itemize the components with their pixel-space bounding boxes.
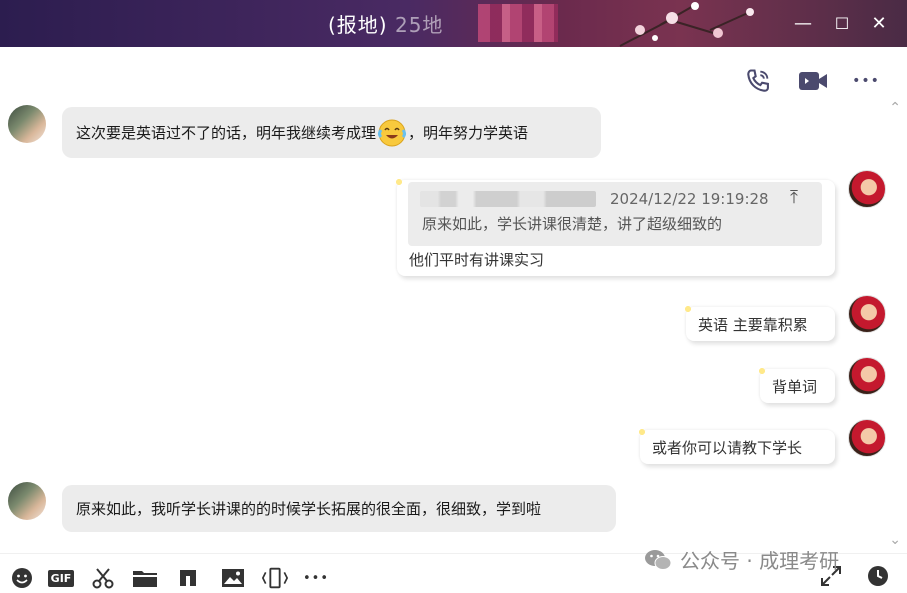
quoted-message[interactable]: 2024/12/22 19:19:28 ⤒ 原来如此，学长讲课很清楚，讲了超级细… xyxy=(408,182,822,246)
plum-blossom-decoration xyxy=(619,2,754,47)
my-avatar[interactable] xyxy=(848,295,886,333)
my-avatar[interactable] xyxy=(848,170,886,208)
outgoing-message-bubble[interactable]: 或者你可以请教下学长 xyxy=(637,427,835,464)
image-icon xyxy=(222,569,244,587)
outgoing-message-bubble[interactable]: 英语 主要靠积累 xyxy=(683,304,835,341)
scissors-icon xyxy=(92,568,114,589)
music-button[interactable] xyxy=(174,566,202,590)
video-call-button[interactable] xyxy=(797,66,829,96)
message-text: 或者你可以请教下学长 xyxy=(652,438,803,457)
file-button[interactable] xyxy=(131,566,159,590)
screenshot-button[interactable] xyxy=(89,566,117,590)
video-camera-icon xyxy=(799,72,827,90)
more-tools-button[interactable]: ••• xyxy=(302,566,330,590)
clock-icon xyxy=(868,566,888,586)
gif-button[interactable]: GIF xyxy=(47,566,75,590)
jump-to-message-icon[interactable]: ⤒ xyxy=(790,187,798,208)
shake-icon xyxy=(261,567,289,589)
message-text: 英语 主要靠积累 xyxy=(698,315,808,334)
minimize-button[interactable]: — xyxy=(790,10,816,36)
wechat-icon xyxy=(645,549,672,570)
message-text: 原来如此，我听学长讲课的的时候学长拓展的很全面，很细致，学到啦 xyxy=(76,500,542,518)
more-dots-icon: ••• xyxy=(852,73,880,89)
my-avatar[interactable] xyxy=(848,419,886,457)
message-text: 他们平时有讲课实习 xyxy=(409,251,545,269)
voice-call-button[interactable] xyxy=(742,66,774,96)
more-options-button[interactable]: ••• xyxy=(850,66,882,96)
contact-avatar[interactable] xyxy=(8,105,46,143)
close-button[interactable]: ✕ xyxy=(866,10,892,36)
emoji-icon xyxy=(12,568,32,588)
blurred-sender-name xyxy=(420,191,596,207)
contact-avatar[interactable] xyxy=(8,482,46,520)
history-button[interactable] xyxy=(864,564,892,588)
music-note-icon xyxy=(180,570,196,586)
title-bar: (报地) 25地 — ☐ ✕ xyxy=(0,0,907,47)
quote-text: 原来如此，学长讲课很清楚，讲了超级细致的 xyxy=(422,215,723,233)
incoming-message-bubble[interactable]: 这次要是英语过不了的话，明年我继续考成理 ，明年努力学英语 xyxy=(62,107,601,158)
shake-button[interactable] xyxy=(261,566,289,590)
phone-icon xyxy=(747,69,769,92)
more-dots-icon: ••• xyxy=(302,570,329,586)
outgoing-message-bubble[interactable]: 背单词 xyxy=(757,366,835,403)
my-avatar[interactable] xyxy=(848,357,886,395)
message-text-tail: ，明年努力学英语 xyxy=(408,124,529,142)
image-button[interactable] xyxy=(219,566,247,590)
crying-laughing-emoji-icon xyxy=(378,119,407,146)
maximize-button[interactable]: ☐ xyxy=(829,10,855,36)
message-text: 这次要是英语过不了的话，明年我继续考成理 xyxy=(76,124,377,142)
folder-icon xyxy=(133,571,157,587)
scroll-up-arrow[interactable]: ⌃ xyxy=(889,100,901,116)
gif-icon: GIF xyxy=(47,569,75,587)
emoji-button[interactable] xyxy=(8,566,36,590)
quote-timestamp: 2024/12/22 19:19:28 xyxy=(610,190,769,208)
blurred-title-region xyxy=(478,4,558,42)
window-title: (报地) 25地 xyxy=(328,13,444,37)
incoming-message-bubble[interactable]: 原来如此，我听学长讲课的的时候学长拓展的很全面，很细致，学到啦 xyxy=(62,485,616,532)
watermark: 公众号 · 成理考研 xyxy=(644,545,839,574)
message-text: 背单词 xyxy=(772,377,818,396)
watermark-text: 公众号 · 成理考研 xyxy=(680,549,840,573)
scroll-down-arrow[interactable]: ⌄ xyxy=(889,532,901,548)
